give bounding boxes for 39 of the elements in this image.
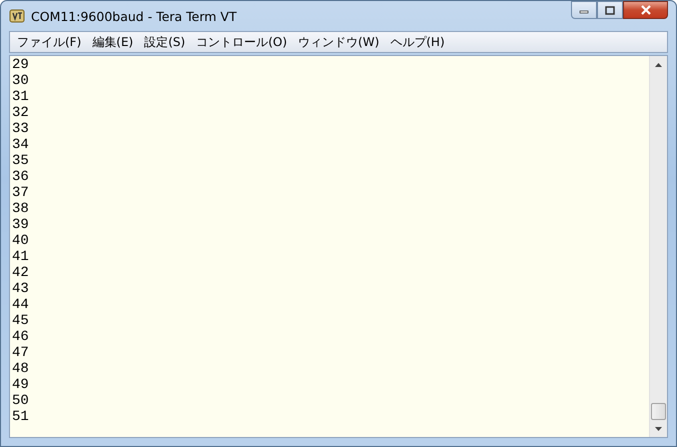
terminal-line: 39 (12, 217, 29, 233)
close-icon (640, 5, 652, 15)
app-logo-icon (9, 8, 25, 24)
terminal-line: 30 (12, 73, 29, 89)
terminal-line: 32 (12, 105, 29, 121)
maximize-button[interactable] (597, 1, 623, 19)
terminal-line: 38 (12, 201, 29, 217)
terminal-line: 51 (12, 409, 29, 425)
terminal-line: 42 (12, 265, 29, 281)
up-arrow-icon (655, 62, 662, 66)
menu-item[interactable]: 設定(S) (139, 34, 190, 50)
terminal-line: 40 (12, 233, 29, 249)
terminal-line: 49 (12, 377, 29, 393)
terminal-line: 34 (12, 137, 29, 153)
terminal-line: 46 (12, 329, 29, 345)
terminal-line: 50 (12, 393, 29, 409)
terminal-line: 41 (12, 249, 29, 265)
terminal-line: 48 (12, 361, 29, 377)
minimize-button[interactable] (571, 1, 597, 19)
terminal-line: 47 (12, 345, 29, 361)
menu-item[interactable]: コントロール(O) (191, 34, 292, 50)
down-arrow-icon (655, 426, 662, 430)
menu-item[interactable]: ファイル(F) (12, 34, 86, 50)
terminal-line: 35 (12, 153, 29, 169)
scroll-thumb[interactable] (651, 403, 666, 420)
terminal-line: 36 (12, 169, 29, 185)
terminal-line: 44 (12, 297, 29, 313)
menu-item[interactable]: ウィンドウ(W) (293, 34, 384, 50)
close-button[interactable] (623, 1, 668, 19)
terminal-line: 37 (12, 185, 29, 201)
terminal-line: 45 (12, 313, 29, 329)
window-title: COM11:9600baud - Tera Term VT (31, 8, 238, 24)
terminal-line: 43 (12, 281, 29, 297)
terminal-line: 31 (12, 89, 29, 105)
terminal-line: 29 (12, 57, 29, 73)
maximize-icon (605, 6, 615, 14)
terminal-line: 33 (12, 121, 29, 137)
menu-item[interactable]: 編集(E) (87, 34, 138, 50)
menu-item[interactable]: ヘルプ(H) (385, 34, 450, 50)
